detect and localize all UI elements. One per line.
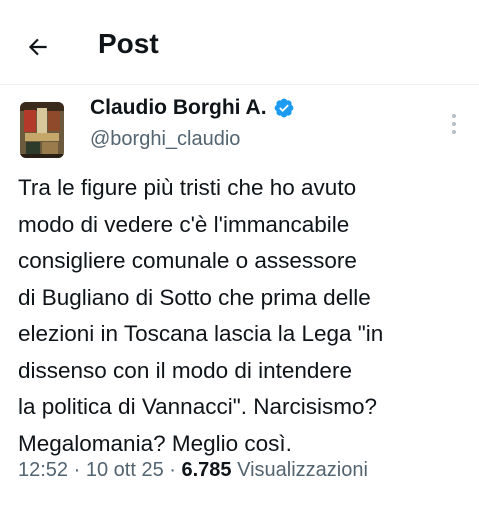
post-meta: 12:52 · 10 ott 25 · 6.785 Visualizzazion… bbox=[18, 459, 368, 482]
author-name-text: Claudio Borghi A. bbox=[90, 96, 267, 119]
post-text-line: modo di vedere c'è l'immancabile bbox=[18, 211, 350, 237]
post-text-line: di Bugliano di Sotto che prima delle bbox=[18, 284, 371, 310]
arrow-left-icon bbox=[28, 38, 47, 56]
meta-separator: · bbox=[73, 459, 81, 481]
top-bar: Post bbox=[0, 0, 479, 88]
post-text-line: dissenso con il modo di intendere bbox=[18, 357, 352, 383]
post-time[interactable]: 12:52 bbox=[18, 459, 68, 481]
more-options-button[interactable] bbox=[444, 110, 464, 138]
meta-separator: · bbox=[169, 459, 176, 481]
page-title: Post bbox=[98, 28, 159, 59]
views-label[interactable]: Visualizzazioni bbox=[237, 459, 368, 481]
more-vertical-icon bbox=[452, 114, 456, 134]
post-text-line: Megalomania? Meglio così. bbox=[18, 430, 292, 456]
author-handle[interactable]: @borghi_claudio bbox=[90, 128, 240, 151]
post-text-line: Tra le figure più tristi che ho avuto bbox=[18, 175, 357, 200]
avatar[interactable] bbox=[20, 102, 64, 158]
verified-badge-icon bbox=[274, 98, 293, 118]
post-text-line: la politica di Vannacci". Narcisismo? bbox=[18, 394, 377, 419]
post-text: Tra le figure più tristi che ho avuto mo… bbox=[18, 170, 468, 462]
post-date[interactable]: 10 ott 25 bbox=[86, 459, 164, 481]
views-count[interactable]: 6.785 bbox=[182, 459, 232, 481]
post-text-line: consigliere comunale o assessore bbox=[18, 248, 357, 273]
author-name[interactable]: Claudio Borghi A. bbox=[90, 96, 295, 120]
post-text-line: elezioni in Toscana lascia la Lega "in bbox=[18, 321, 384, 346]
header-divider bbox=[0, 84, 479, 85]
back-button[interactable] bbox=[18, 27, 58, 67]
